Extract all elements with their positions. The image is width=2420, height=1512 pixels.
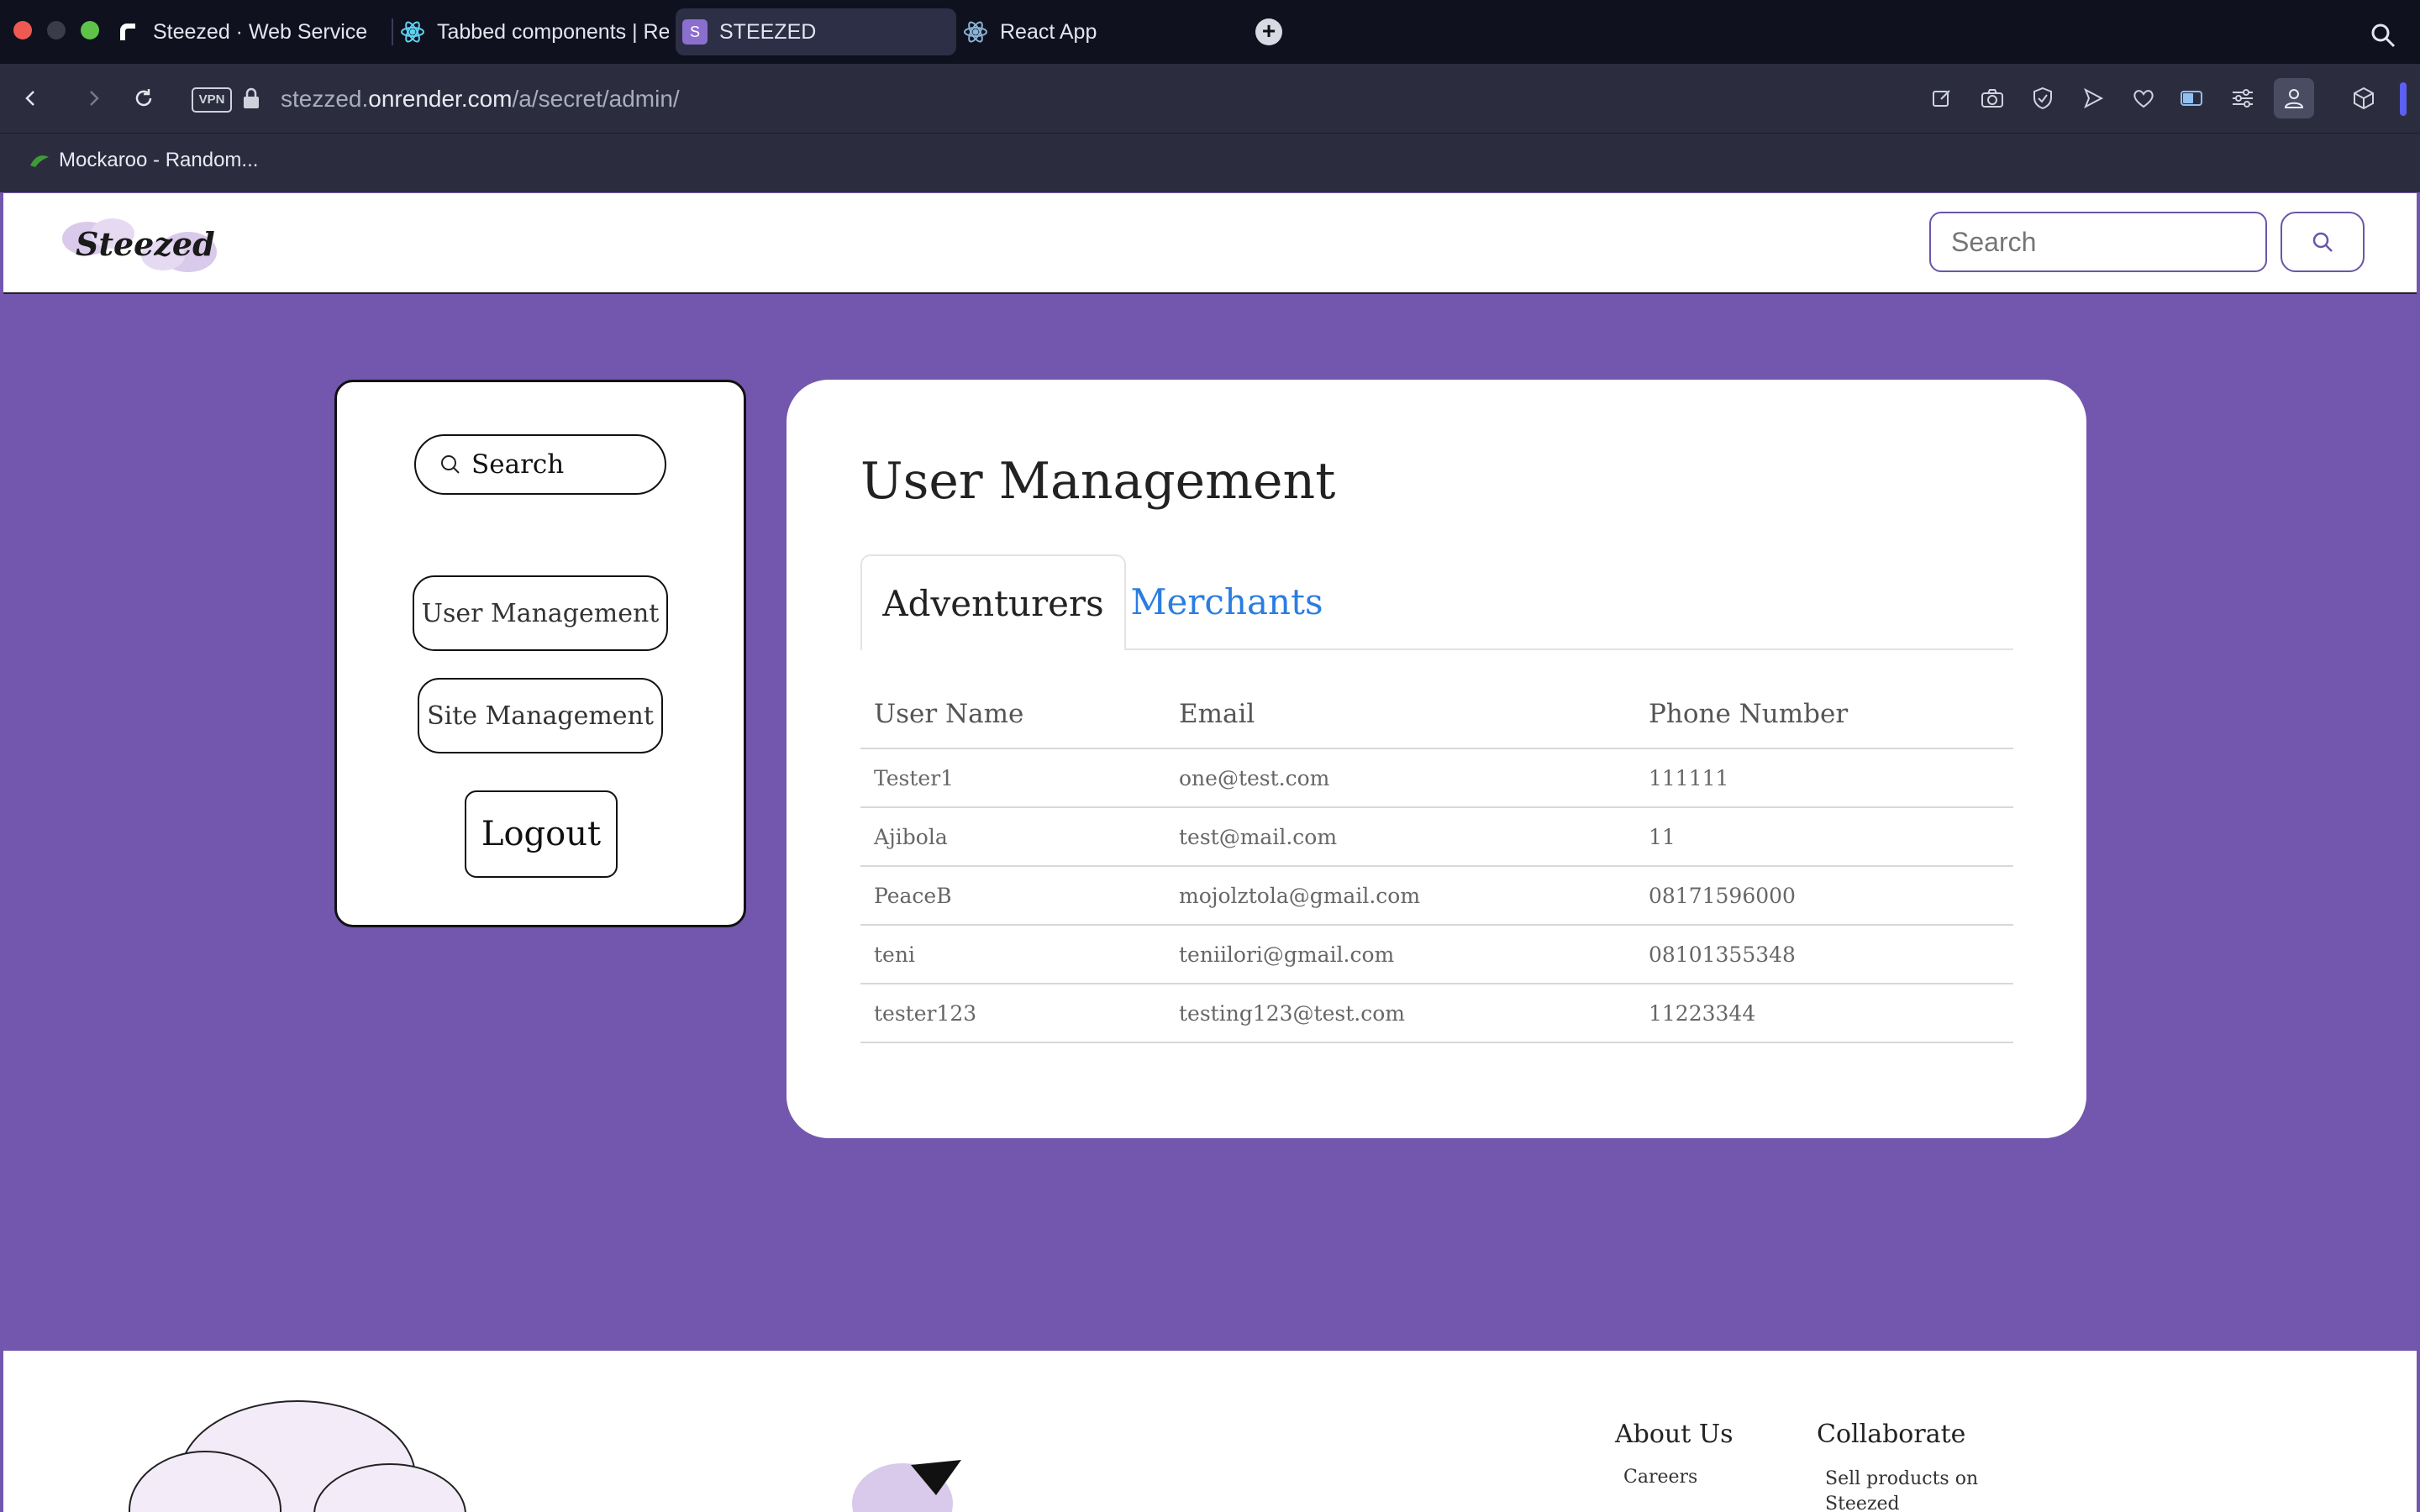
table-row[interactable]: Ajibola test@mail.com 11 (860, 807, 2013, 867)
tab-search-icon[interactable] (2370, 22, 2396, 53)
cell-user-name: PeaceB (860, 866, 1165, 926)
bookmarks-bar: Mockaroo - Random... (0, 133, 2420, 192)
window-close-button[interactable] (13, 21, 32, 39)
new-tab-button[interactable]: + (1255, 18, 1282, 45)
logout-button[interactable]: Logout (465, 790, 618, 878)
sidebar-item-site-management[interactable]: Site Management (418, 678, 663, 753)
browser-toolbar: VPN stezzed.onrender.com/a/secret/admin/ (0, 64, 2420, 133)
sidebar-item-user-management[interactable]: User Management (413, 575, 668, 651)
mockaroo-icon (30, 155, 49, 167)
table-row[interactable]: tester123 testing123@test.com 11223344 (860, 984, 2013, 1043)
logo-text: Steezed (76, 225, 215, 263)
search-icon (2312, 232, 2333, 252)
site-header: Steezed (3, 193, 2417, 294)
footer-collaborate-heading: Collaborate (1817, 1420, 1966, 1449)
page-title: User Management (860, 452, 1336, 511)
heart-icon[interactable] (2126, 81, 2161, 116)
site-footer: About Us Careers Collaborate Sell produc… (3, 1351, 2417, 1512)
reload-button[interactable] (123, 77, 165, 119)
browser-tab-steezed-web-service[interactable]: Steezed · Web Service (116, 8, 378, 55)
cell-email: testing123@test.com (1165, 984, 1635, 1043)
users-table: User Name Email Phone Number Tester1 one… (860, 680, 2013, 1043)
cell-user-name: Ajibola (860, 807, 1165, 867)
admin-sidebar: Search User Management Site Management L… (334, 380, 746, 927)
edit-icon[interactable] (1924, 81, 1960, 116)
tab-title: STEEZED (719, 19, 817, 44)
tab-title: React App (1000, 19, 1097, 44)
table-row[interactable]: teni teniilori@gmail.com 08101355348 (860, 925, 2013, 984)
extensions-cube-icon[interactable] (2346, 81, 2381, 116)
footer-mascot-illustration (852, 1460, 961, 1512)
cell-user-name: teni (860, 925, 1165, 984)
cell-user-name: tester123 (860, 984, 1165, 1043)
table-header-row: User Name Email Phone Number (860, 680, 2013, 749)
cell-phone: 08171596000 (1635, 866, 2013, 926)
search-icon (441, 455, 460, 474)
cell-phone: 11223344 (1635, 984, 2013, 1043)
steezed-logo[interactable]: Steezed (54, 210, 239, 277)
tab-merchants[interactable]: Merchants (1126, 554, 1328, 648)
cell-phone: 11 (1635, 807, 2013, 867)
settings-sliders-icon[interactable] (2225, 81, 2260, 116)
window-zoom-button[interactable] (81, 21, 99, 39)
tab-adventurers[interactable]: Adventurers (860, 554, 1126, 650)
header-search-button[interactable] (2281, 212, 2365, 272)
react-icon (400, 19, 425, 45)
footer-cloud-illustration (129, 1400, 466, 1512)
cell-email: test@mail.com (1165, 807, 1635, 867)
column-header-phone-number: Phone Number (1635, 680, 2013, 749)
cell-email: mojolztola@gmail.com (1165, 866, 1635, 926)
browser-tab-bar: Steezed · Web Service Tabbed components … (0, 0, 2420, 64)
render-icon (116, 19, 141, 45)
cell-user-name: Tester1 (860, 748, 1165, 808)
cell-email: teniilori@gmail.com (1165, 925, 1635, 984)
user-management-card: User Management Adventurers Merchants Us… (786, 380, 2086, 1138)
column-header-user-name: User Name (860, 680, 1165, 749)
footer-about-heading: About Us (1615, 1420, 1733, 1449)
back-button[interactable] (10, 77, 52, 119)
footer-link-sell-products[interactable]: Sell products on Steezed (1825, 1467, 1993, 1512)
address-bar[interactable]: stezzed.onrender.com/a/secret/admin/ (281, 82, 680, 116)
vpn-badge[interactable]: VPN (192, 87, 232, 113)
steezed-favicon-icon: S (682, 19, 708, 45)
sidebar-search[interactable]: Search (414, 434, 666, 495)
tab-title: Tabbed components | React (437, 19, 669, 44)
header-search-input[interactable] (1929, 212, 2267, 272)
browser-tab-react-app[interactable]: React App (963, 8, 1232, 55)
camera-icon[interactable] (1975, 81, 2010, 116)
battery-saver-icon[interactable] (2175, 81, 2210, 116)
cell-phone: 08101355348 (1635, 925, 2013, 984)
footer-link-careers[interactable]: Careers (1623, 1467, 1697, 1488)
tab-title: Steezed · Web Service (153, 19, 368, 44)
table-row[interactable]: Tester1 one@test.com 111111 (860, 748, 2013, 808)
react-icon (963, 19, 988, 45)
lock-icon[interactable] (242, 87, 260, 113)
forward-button[interactable] (72, 77, 114, 119)
send-icon[interactable] (2075, 81, 2111, 116)
window-minimize-button[interactable] (47, 21, 66, 39)
browser-tab-tabbed-components[interactable]: Tabbed components | React (400, 8, 669, 55)
sidebar-indicator (2400, 82, 2407, 116)
cell-phone: 111111 (1635, 748, 2013, 808)
column-header-email: Email (1165, 680, 1635, 749)
table-row[interactable]: PeaceB mojolztola@gmail.com 08171596000 (860, 866, 2013, 926)
cell-email: one@test.com (1165, 748, 1635, 808)
shield-icon[interactable] (2025, 81, 2060, 116)
profile-icon[interactable] (2274, 78, 2314, 118)
bookmark-mockaroo[interactable]: Mockaroo - Random... (29, 149, 258, 172)
browser-tab-steezed[interactable]: S STEEZED (676, 8, 956, 55)
